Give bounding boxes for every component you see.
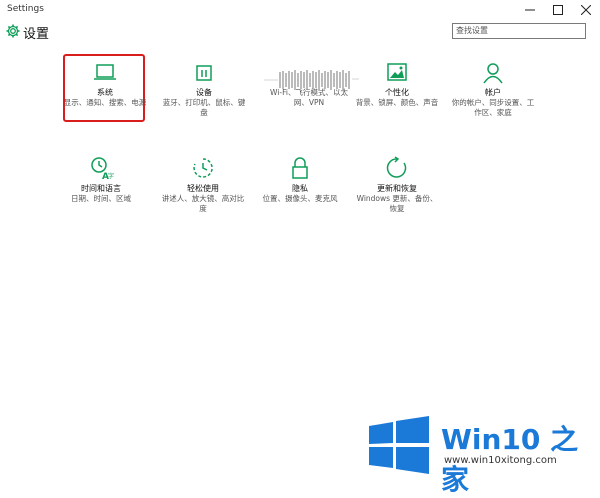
minimize-button[interactable] xyxy=(516,0,544,20)
tile-desc: 你的帐户、同步设置、工作区、家庭 xyxy=(451,98,535,117)
page-title: 设置 xyxy=(23,27,50,42)
person-icon xyxy=(483,63,503,84)
tile-accounts[interactable]: 帐户 你的帐户、同步设置、工作区、家庭 xyxy=(451,62,535,118)
tile-name: 个性化 xyxy=(385,88,409,97)
title-bar: Settings xyxy=(0,0,600,20)
refresh-icon xyxy=(386,156,407,178)
tile-name: 时间和语言 xyxy=(81,184,121,193)
svg-text:字: 字 xyxy=(108,172,114,180)
ease-of-access-icon xyxy=(193,158,213,178)
maximize-button[interactable] xyxy=(544,0,572,20)
tile-desc: 蓝牙、打印机、鼠标、键盘 xyxy=(162,98,246,117)
tile-name: 更新和恢复 xyxy=(377,184,417,193)
tile-desc: Windows 更新、备份、恢复 xyxy=(356,194,438,213)
window-title: Settings xyxy=(7,4,44,14)
tile-name: 隐私 xyxy=(292,184,308,193)
settings-header: 设置 查找设置 xyxy=(0,20,600,44)
tile-desc: 日期、时间、区域 xyxy=(71,194,131,203)
tile-devices[interactable]: 设备 蓝牙、打印机、鼠标、键盘 xyxy=(162,62,246,118)
tile-update-recovery[interactable]: 更新和恢复 Windows 更新、备份、恢复 xyxy=(355,156,439,214)
obscured-area xyxy=(264,70,359,90)
tile-time-language[interactable]: A 字 时间和语言 日期、时间、区域 xyxy=(59,156,143,204)
close-icon xyxy=(581,5,591,15)
tile-personalization[interactable]: 个性化 背景、锁屏、颜色、声音 xyxy=(355,62,439,108)
watermark-url: www.win10xitong.com xyxy=(444,455,557,466)
personalization-icon xyxy=(387,63,407,81)
devices-icon xyxy=(196,65,212,81)
tile-desc: 讲述人、放大镜、高对比度 xyxy=(161,194,245,213)
gear-icon xyxy=(6,24,20,38)
tile-name: 帐户 xyxy=(485,88,501,97)
lock-icon xyxy=(292,157,308,179)
tile-name: 系统 xyxy=(97,88,113,97)
tile-desc: 背景、锁屏、颜色、声音 xyxy=(355,98,439,107)
tile-privacy[interactable]: 隐私 位置、摄像头、麦克风 xyxy=(258,156,342,204)
tile-name: 轻松使用 xyxy=(187,184,219,193)
tile-ease-of-access[interactable]: 轻松使用 讲述人、放大镜、高对比度 xyxy=(161,156,245,214)
tile-desc: Wi-Fi、飞行模式、以太网、VPN xyxy=(270,88,348,107)
time-language-icon: A 字 xyxy=(91,157,114,180)
close-button[interactable] xyxy=(572,0,600,20)
tile-desc: 位置、摄像头、麦克风 xyxy=(262,194,338,203)
tile-name: 设备 xyxy=(196,88,212,97)
minimize-icon xyxy=(525,9,535,11)
maximize-icon xyxy=(553,5,563,15)
search-input[interactable]: 查找设置 xyxy=(452,23,586,39)
tile-desc: 显示、通知、搜索、电源 xyxy=(63,98,147,107)
laptop-icon xyxy=(94,64,116,80)
tile-system[interactable]: 系统 显示、通知、搜索、电源 xyxy=(63,62,147,108)
